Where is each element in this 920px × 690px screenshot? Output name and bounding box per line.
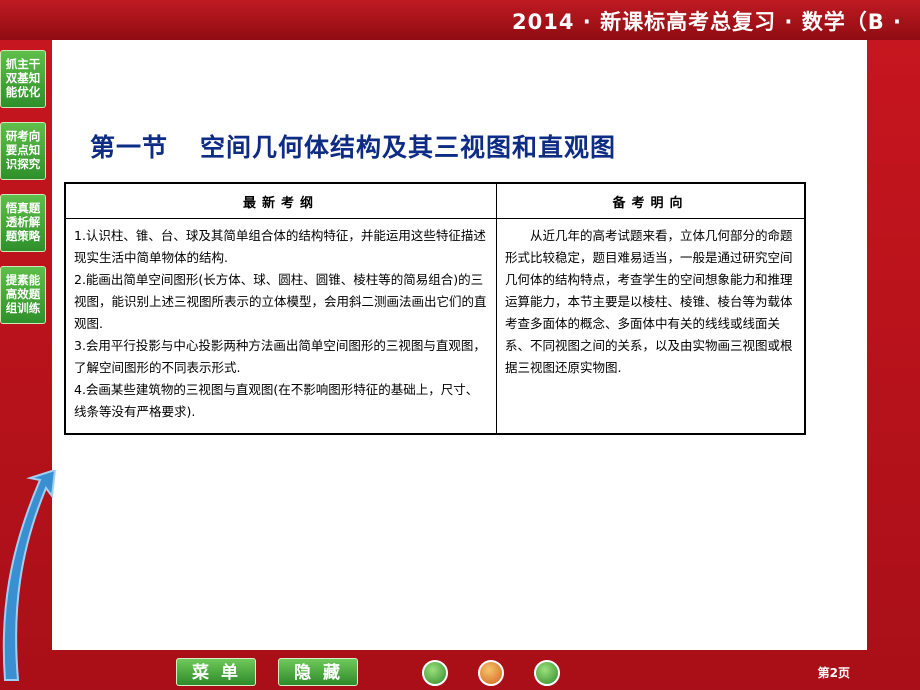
column-header-syllabus: 最新考纲	[64, 182, 497, 219]
section-number: 第一节	[90, 133, 169, 162]
page-number: 第2页	[817, 666, 850, 680]
menu-button[interactable]: 菜单	[176, 658, 256, 686]
header-bar: 2014 · 新课标高考总复习 · 数学（B ·	[0, 0, 920, 40]
syllabus-table: 最新考纲 备考明向 1.认识柱、锥、台、球及其简单组合体的结构特征，并能运用这些…	[64, 182, 806, 435]
home-icon[interactable]	[478, 660, 504, 686]
syllabus-cell: 1.认识柱、锥、台、球及其简单组合体的结构特征，并能运用这些特征描述现实生活中简…	[64, 218, 497, 435]
back-arrow-icon[interactable]	[422, 660, 448, 686]
sidebar-item-strategies[interactable]: 悟真题透析解题策略	[0, 194, 46, 252]
sidebar-item-basics[interactable]: 抓主干双基知能优化	[0, 50, 46, 108]
header-title: 2014 · 新课标高考总复习 · 数学（B ·	[512, 10, 902, 34]
sidebar-item-key-points[interactable]: 研考向要点知识探究	[0, 122, 46, 180]
hide-button[interactable]: 隐藏	[278, 658, 358, 686]
syllabus-item: 4.会画某些建筑物的三视图与直观图(在不影响图形特征的基础上，尺寸、线条等没有严…	[74, 382, 479, 419]
section-title: 空间几何体结构及其三视图和直观图	[200, 133, 617, 162]
column-header-direction: 备考明向	[496, 182, 806, 219]
syllabus-item: 2.能画出简单空间图形(长方体、球、圆柱、圆锥、棱柱等的简易组合)的三视图，能识…	[74, 272, 487, 331]
direction-text: 从近几年的高考试题来看，立体几何部分的命题形式比较稳定，题目难易适当，一般是通过…	[505, 228, 793, 375]
syllabus-item: 1.认识柱、锥、台、球及其简单组合体的结构特征，并能运用这些特征描述现实生活中简…	[74, 228, 486, 265]
syllabus-item: 3.会用平行投影与中心投影两种方法画出简单空间图形的三视图与直观图，了解空间图形…	[74, 338, 486, 375]
page-title: 第一节 空间几何体结构及其三视图和直观图	[90, 128, 616, 164]
decorative-arrow-swoosh	[2, 470, 57, 681]
forward-arrow-icon[interactable]	[534, 660, 560, 686]
direction-cell: 从近几年的高考试题来看，立体几何部分的命题形式比较稳定，题目难易适当，一般是通过…	[496, 218, 806, 435]
sidebar-item-training[interactable]: 提素能高效题组训练	[0, 266, 46, 324]
